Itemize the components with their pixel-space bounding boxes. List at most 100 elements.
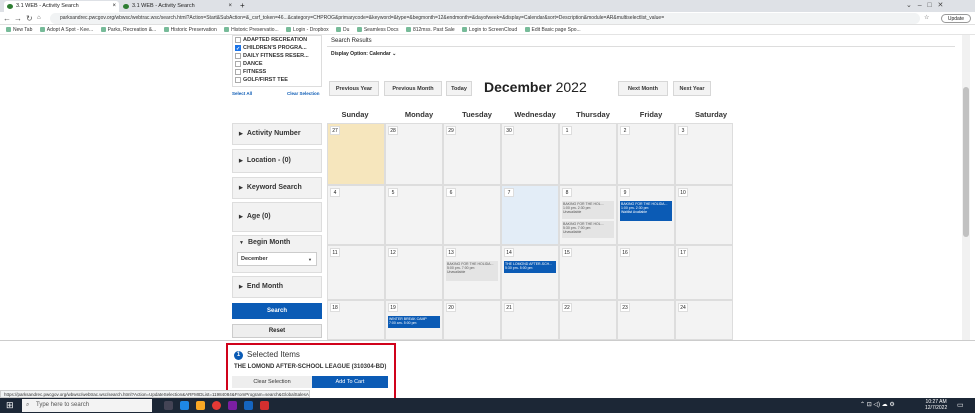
today-button[interactable]: Today	[446, 81, 472, 96]
end-month-panel[interactable]: ▶ End Month	[232, 276, 322, 298]
address-bar[interactable]: parksandrec.pwcgov.org/wbwsc/webtrac.wsc…	[50, 13, 920, 24]
bookmark-item[interactable]: Seamless Docs	[356, 25, 399, 34]
task-view-icon[interactable]	[164, 401, 173, 410]
window-controls[interactable]: ⌄ – □ ✕	[906, 0, 943, 12]
category-item[interactable]: CHILDREN'S PROGRA...	[233, 44, 321, 53]
location-panel[interactable]: ▶ Location - (0)	[232, 149, 322, 173]
calendar-day-cell[interactable]: 16	[617, 245, 675, 300]
calendar-day-cell[interactable]: 11	[327, 245, 385, 300]
teams-icon[interactable]	[228, 401, 237, 410]
close-icon[interactable]: ×	[112, 1, 116, 12]
calendar-event[interactable]: BAKING FOR THE HOL... 5:30 pm- 7:00 pm U…	[562, 221, 614, 238]
previous-month-button[interactable]: Previous Month	[384, 81, 442, 96]
panel-label: Activity Number	[246, 130, 301, 137]
day-number: 14	[504, 248, 514, 257]
calendar-day-cell[interactable]: 21	[501, 300, 559, 340]
next-month-button[interactable]: Next Month	[618, 81, 668, 96]
age-panel[interactable]: ▶ Age (0)	[232, 202, 322, 232]
back-icon[interactable]: ←	[3, 13, 11, 24]
bookmark-item[interactable]: Login - Dropbox	[286, 25, 329, 34]
checkbox[interactable]	[235, 61, 241, 67]
category-item[interactable]: DANCE	[233, 60, 321, 68]
bookmark-item[interactable]: New Tab	[6, 25, 32, 34]
calendar-day-cell[interactable]: 27	[327, 123, 385, 185]
calendar-event[interactable]: BAKING FOR THE HOL... 1:00 pm- 2:30 pm U…	[562, 201, 614, 219]
checkbox[interactable]	[235, 37, 241, 43]
calendar-day-cell[interactable]: 23	[617, 300, 675, 340]
bookmark-item[interactable]: Historic Preservatio...	[224, 25, 279, 34]
bookmark-item[interactable]: Edit Basic page Spo...	[524, 25, 581, 34]
bookmark-item[interactable]: Historic Preservation	[163, 25, 217, 34]
forward-icon[interactable]: →	[14, 13, 22, 24]
category-item[interactable]: GOLF/FIRST TEE	[233, 76, 321, 84]
calendar-day-cell[interactable]: 10	[675, 185, 733, 245]
bookmark-item[interactable]: Adopt A Spot - Kee...	[39, 25, 93, 34]
reset-button[interactable]: Reset	[232, 324, 322, 338]
bookmark-item[interactable]: Du	[336, 25, 349, 34]
calendar-day-cell[interactable]: 17	[675, 245, 733, 300]
calendar-day-cell[interactable]: 29	[443, 123, 501, 185]
calendar-day-cell[interactable]: 2	[617, 123, 675, 185]
acrobat-icon[interactable]	[260, 401, 269, 410]
update-button[interactable]: Update	[940, 14, 971, 23]
star-icon[interactable]: ☆	[924, 13, 929, 24]
bookmark-item[interactable]: 812mss. Past Sale	[405, 25, 455, 34]
calendar-day-cell[interactable]: 5	[385, 185, 443, 245]
bookmark-item[interactable]: Parks, Recreation &...	[100, 25, 156, 34]
calendar-day-cell[interactable]: 6	[443, 185, 501, 245]
close-icon[interactable]: ×	[228, 1, 232, 12]
category-item[interactable]: DAILY FITNESS RESER...	[233, 52, 321, 60]
windows-start-icon[interactable]: ⊞	[6, 400, 14, 411]
bookmark-label: Login to ScreenCloud	[469, 27, 518, 33]
scrollbar-thumb[interactable]	[963, 87, 969, 237]
clear-selection-link[interactable]: Clear Selection	[287, 91, 320, 96]
reload-icon[interactable]: ↻	[26, 13, 33, 24]
checkbox[interactable]	[235, 69, 241, 75]
calendar-day-cell[interactable]: 4	[327, 185, 385, 245]
system-tray-icons[interactable]: ⌃ ⊡ ◁) ☁ ⚙	[860, 401, 895, 410]
notification-icon[interactable]: ▭	[957, 401, 964, 410]
display-option[interactable]: Display Option: Calendar ⌄	[331, 51, 396, 57]
page-scrollbar[interactable]	[962, 35, 970, 340]
bookmark-item[interactable]: Login to ScreenCloud	[462, 25, 518, 34]
calendar-event[interactable]: WINTER BREAK CAMP 7:00 am- 5:00 pm	[388, 316, 440, 328]
calendar-event[interactable]: THE LOMOND AFTER-SCH... 5:30 pm- 5:00 pm	[504, 261, 556, 273]
calendar-event[interactable]: BAKING FOR THE HOLIDA... 1:00 pm- 2:30 p…	[620, 201, 672, 221]
clock[interactable]: 10:27 AM 12/7/2022	[925, 399, 947, 411]
calendar-day-cell[interactable]: 22	[559, 300, 617, 340]
activity-number-panel[interactable]: ▶ Activity Number	[232, 123, 322, 145]
begin-month-select[interactable]: December ▼	[237, 252, 317, 266]
calendar-day-cell[interactable]: 20	[443, 300, 501, 340]
checkbox-checked[interactable]	[235, 45, 241, 53]
home-icon[interactable]: ⌂	[37, 13, 41, 24]
category-item[interactable]: ADAPTED RECREATION	[233, 36, 321, 44]
previous-year-button[interactable]: Previous Year	[329, 81, 379, 96]
category-item[interactable]: FITNESS	[233, 68, 321, 76]
calendar-day-cell[interactable]: 7	[501, 185, 559, 245]
checkbox[interactable]	[235, 77, 241, 83]
select-all-link[interactable]: Select All	[232, 91, 252, 96]
new-tab-button[interactable]: +	[240, 0, 245, 12]
chrome-icon[interactable]	[212, 401, 221, 410]
keyword-search-panel[interactable]: ▶ Keyword Search	[232, 177, 322, 199]
edge-icon[interactable]	[180, 401, 189, 410]
tab-activity-search-2[interactable]: 3.1 WEB - Activity Search ×	[120, 1, 235, 12]
category-list: ADAPTED RECREATION CHILDREN'S PROGRA... …	[232, 35, 322, 87]
calendar-day-cell[interactable]: 28	[385, 123, 443, 185]
file-explorer-icon[interactable]	[196, 401, 205, 410]
taskbar-search-box[interactable]: ⌕ Type here to search	[22, 399, 152, 412]
chevron-down-icon[interactable]: ▼	[239, 240, 244, 246]
calendar-day-cell[interactable]: 15	[559, 245, 617, 300]
calendar-day-cell[interactable]: 18	[327, 300, 385, 340]
calendar-day-cell[interactable]: 30	[501, 123, 559, 185]
calendar-day-cell[interactable]: 3	[675, 123, 733, 185]
calendar-day-cell[interactable]: 24	[675, 300, 733, 340]
next-year-button[interactable]: Next Year	[673, 81, 711, 96]
calendar-event[interactable]: BAKING FOR THE HOLIDA... 5:00 pm- 7:00 p…	[446, 261, 498, 281]
tab-activity-search-1[interactable]: 3.1 WEB - Activity Search ×	[4, 1, 119, 12]
calendar-day-cell[interactable]: 1	[559, 123, 617, 185]
checkbox[interactable]	[235, 53, 241, 59]
calendar-day-cell[interactable]: 12	[385, 245, 443, 300]
outlook-icon[interactable]	[244, 401, 253, 410]
search-button[interactable]: Search	[232, 303, 322, 319]
